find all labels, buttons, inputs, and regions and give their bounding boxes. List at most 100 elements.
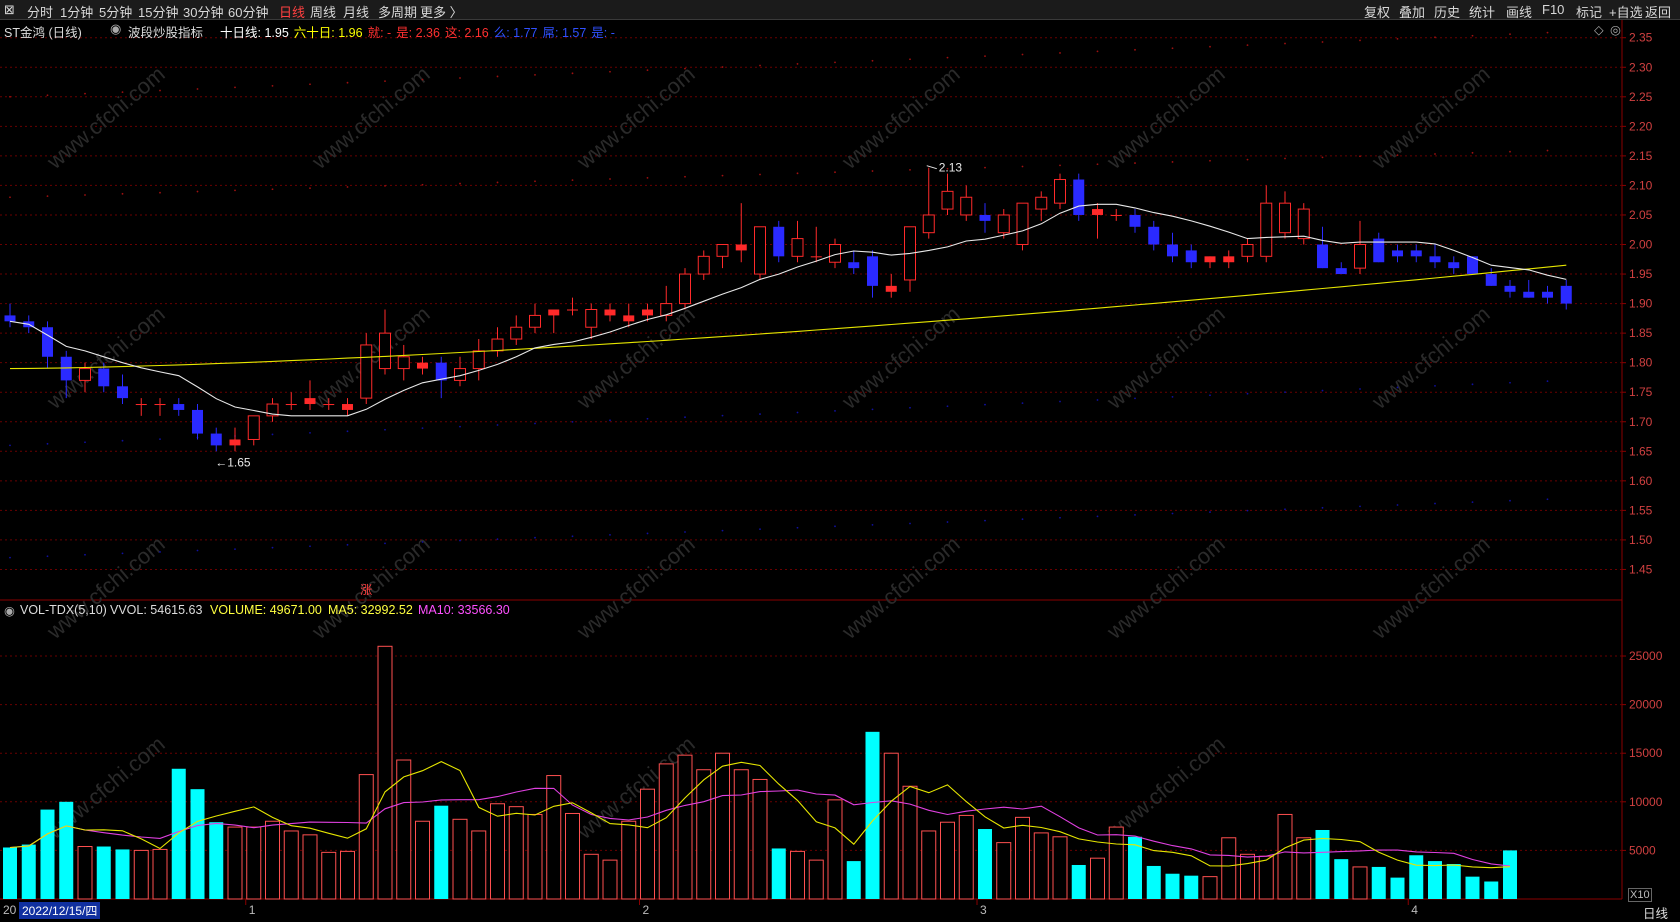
candle-body: [567, 309, 578, 311]
candle-body: [922, 214, 935, 234]
period-tab-1[interactable]: 1分钟: [60, 2, 93, 21]
month-label: 1: [249, 903, 256, 917]
indicator-dot: [121, 439, 124, 442]
price-tick-label: 2.10: [1629, 178, 1653, 192]
candle-body: [529, 314, 541, 328]
indicator-dot: [1209, 511, 1211, 513]
indicator-dot: [271, 433, 274, 436]
toolbar-action-4[interactable]: 画线: [1506, 2, 1532, 21]
indicator-dot: [1246, 158, 1249, 161]
candle-body: [98, 368, 110, 387]
indicator-dot: [984, 166, 986, 169]
volume-bar: [283, 830, 299, 900]
toolbar-action-0[interactable]: 复权: [1364, 2, 1390, 21]
watermark: www.cfchi.com: [1366, 531, 1494, 644]
indicator-dot: [1321, 41, 1324, 43]
indicator-dot: [871, 170, 874, 172]
indicator-dot: [1321, 506, 1324, 509]
vol-dropdown-icon[interactable]: ◉: [4, 603, 15, 618]
indicator-dot: [1509, 499, 1511, 502]
ma-item-3: 是: 2.36: [396, 26, 440, 40]
candle-body: [1092, 209, 1103, 215]
volume-bar: [1428, 861, 1442, 899]
volume-bar: [115, 849, 130, 899]
period-label[interactable]: 日线: [1643, 903, 1668, 922]
indicator-dot: [571, 535, 574, 538]
volume-bar: [190, 789, 205, 899]
indicator-dot: [196, 549, 199, 552]
volume-bar: [1409, 855, 1424, 899]
indicator-dot: [1209, 45, 1211, 48]
toolbar-action-3[interactable]: 统计: [1469, 2, 1495, 21]
candle-body: [510, 326, 523, 340]
watermark: www.cfchi.com: [836, 61, 964, 174]
indicator-dot: [534, 536, 536, 539]
candle-body: [867, 256, 878, 286]
volume-bar: [1184, 875, 1199, 899]
volume-bar: [246, 826, 262, 900]
indicator-dot: [121, 552, 124, 555]
price-tick-label: 1.90: [1629, 297, 1653, 311]
toolbar-action-8[interactable]: 返回: [1645, 2, 1671, 21]
indicator-dot: [1359, 505, 1361, 508]
volume-bar: [1465, 876, 1480, 899]
toolbar-action-5[interactable]: F10: [1542, 2, 1564, 17]
indicator-dot: [1246, 44, 1249, 47]
period-tab-5[interactable]: 60分钟: [228, 2, 268, 21]
indicator-name[interactable]: 波段炒股指标: [128, 22, 203, 41]
volume-bar: [1390, 877, 1405, 899]
volume-bar: [677, 754, 693, 900]
candle-body: [773, 226, 785, 257]
watermark: www.cfchi.com: [571, 531, 699, 644]
period-tab-6[interactable]: 日线: [279, 2, 305, 21]
candle-body: [1110, 214, 1122, 216]
indicator-dot: [609, 419, 611, 422]
period-tab-7[interactable]: 周线: [310, 2, 336, 21]
volume-bar: [1258, 855, 1274, 900]
chart-expand-icon[interactable]: ◎: [1610, 22, 1621, 37]
indicator-dot: [9, 444, 11, 447]
candle-body: [885, 285, 897, 292]
toolbar-action-1[interactable]: 叠加: [1399, 2, 1425, 21]
ma-item-2: 就: -: [367, 26, 392, 40]
indicator-dot: [84, 441, 86, 444]
indicator-dot: [159, 89, 161, 92]
price-tick-label: 1.65: [1629, 444, 1653, 458]
indicator-dot: [1509, 381, 1511, 384]
toolbar-action-6[interactable]: 标记: [1576, 2, 1602, 21]
indicator-dot: [909, 169, 911, 171]
indicator-dot: [1546, 31, 1549, 34]
volume-bar: [527, 813, 543, 900]
candle-body: [848, 262, 860, 269]
indicator-dot: [571, 72, 574, 75]
indicator-dot: [1096, 399, 1099, 401]
period-tab-3[interactable]: 15分钟: [138, 2, 178, 21]
volume-bar: [546, 775, 562, 900]
period-tab-2[interactable]: 5分钟: [99, 2, 132, 21]
indicator-dropdown-icon[interactable]: ◉: [110, 21, 121, 37]
price-tick-label: 2.05: [1629, 208, 1653, 222]
volume-bar: [77, 846, 93, 900]
period-tab-0[interactable]: 分时: [27, 2, 53, 21]
indicator-dot: [759, 528, 761, 531]
toolbar-collapse-icon[interactable]: ⊠: [4, 2, 15, 18]
volume-bar: [696, 769, 712, 900]
vol-indicator-name[interactable]: VOL-TDX(5,10): [20, 603, 107, 617]
period-tab-4[interactable]: 30分钟: [183, 2, 223, 21]
indicator-dot: [159, 551, 161, 553]
indicator-dot: [84, 92, 86, 95]
volume-bar: [1146, 865, 1161, 899]
watermark: www.cfchi.com: [306, 61, 434, 174]
period-tab-10[interactable]: 更多 〉: [420, 2, 463, 21]
volume-bar: [3, 847, 17, 899]
toolbar-action-7[interactable]: +自选: [1609, 2, 1643, 21]
toolbar-action-2[interactable]: 历史: [1434, 2, 1460, 21]
volume-bar: [302, 834, 318, 900]
volume-bar: [490, 803, 505, 900]
period-tab-9[interactable]: 多周期: [378, 2, 417, 21]
chart-settings-icon[interactable]: ◇: [1594, 22, 1604, 37]
indicator-dot: [1171, 161, 1174, 163]
period-tab-8[interactable]: 月线: [343, 2, 369, 21]
volume-bar: [827, 799, 843, 900]
volume-bar: [471, 830, 487, 900]
